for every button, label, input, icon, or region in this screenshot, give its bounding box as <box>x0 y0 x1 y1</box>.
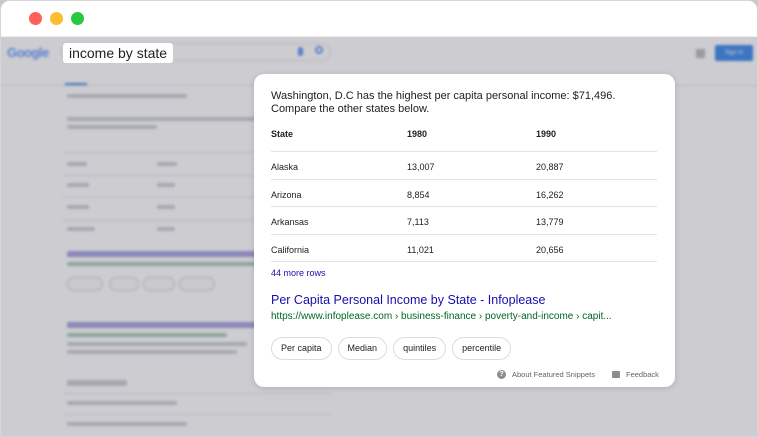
table-cell-1990: 20,887 <box>536 162 564 172</box>
column-header-state: State <box>271 129 294 139</box>
title-bar <box>1 1 757 37</box>
column-header-1980: 1980 <box>407 129 428 139</box>
column-header-1990: 1990 <box>536 129 557 139</box>
about-label: About Featured Snippets <box>512 370 595 379</box>
result-title-link[interactable]: Per Capita Personal Income by State - In… <box>271 293 545 307</box>
snippet-intro-text: Washington, D.C has the highest per capi… <box>271 90 616 115</box>
table-cell-1990: 16,262 <box>536 189 564 200</box>
about-featured-snippets-link[interactable]: ? About Featured Snippets <box>497 370 595 379</box>
minimize-window-button[interactable] <box>50 12 63 25</box>
table-cell-1990: 13,779 <box>536 217 564 227</box>
table-cell-1990: 20,656 <box>536 244 564 255</box>
table-cell-state: California <box>271 244 310 255</box>
table-row: Arkansas 7,113 13,779 <box>271 207 657 235</box>
related-chips: Per capita Median quintiles percentile <box>271 337 512 360</box>
result-url[interactable]: https://www.infoplease.com › business-fi… <box>271 311 612 322</box>
table-row: Alaska 13,007 20,887 <box>271 152 657 180</box>
feedback-link[interactable]: Feedback <box>612 370 659 379</box>
chip-per-capita[interactable]: Per capita <box>271 337 332 360</box>
table-cell-state: Arizona <box>271 189 302 200</box>
table-row: California 11,021 20,656 <box>271 235 657 262</box>
featured-snippet-card: Washington, D.C has the highest per capi… <box>254 74 675 387</box>
help-circle-icon: ? <box>497 370 506 379</box>
more-rows-link[interactable]: 44 more rows <box>271 268 326 278</box>
table-cell-1980: 8,854 <box>407 189 430 200</box>
table-cell-1980: 7,113 <box>407 217 429 227</box>
table-cell-1980: 13,007 <box>407 162 435 172</box>
chip-median[interactable]: Median <box>337 337 388 360</box>
table-cell-1980: 11,021 <box>407 244 434 255</box>
table-cell-state: Alaska <box>271 162 299 172</box>
browser-window: Google Sign in income by state Washingto… <box>0 0 758 437</box>
feedback-label: Feedback <box>626 370 659 379</box>
feedback-icon <box>612 371 620 378</box>
table-row: Arizona 8,854 16,262 <box>271 180 657 207</box>
search-query[interactable]: income by state <box>63 43 174 63</box>
income-table: State 1980 1990 Alaska 13,007 20,887 Ari… <box>271 119 657 262</box>
table-header-row: State 1980 1990 <box>271 119 657 152</box>
chip-percentile[interactable]: percentile <box>452 337 512 360</box>
close-window-button[interactable] <box>29 12 42 25</box>
chip-quintiles[interactable]: quintiles <box>393 337 447 360</box>
maximize-window-button[interactable] <box>71 12 84 25</box>
table-cell-state: Arkansas <box>271 217 309 227</box>
